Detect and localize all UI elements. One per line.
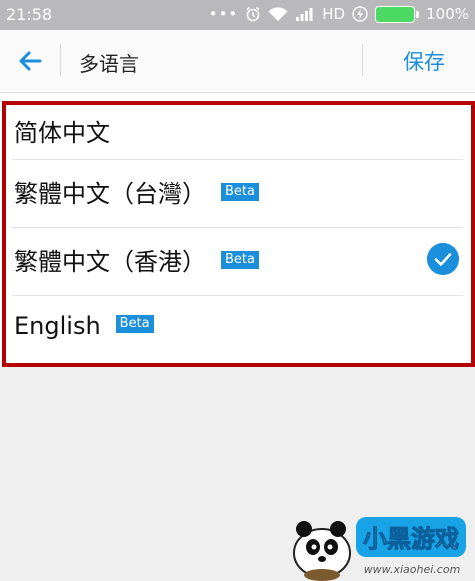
language-option-traditional-chinese-hongkong[interactable]: 繁體中文（香港） Beta (0, 228, 475, 294)
checkmark-icon (427, 243, 459, 275)
language-label: 繁體中文（香港） (14, 248, 206, 276)
svg-text:www.xiaohei.com: www.xiaohei.com (364, 563, 461, 576)
network-type: HD (322, 5, 346, 23)
battery-indicator (375, 5, 420, 23)
status-time: 21:58 (6, 5, 53, 24)
language-option-english[interactable]: English Beta (0, 296, 475, 362)
brand-logo-text: 小黑游戏 www.xiaohei.com (356, 517, 466, 576)
alarm-clock-icon (246, 6, 260, 22)
signal-bars-icon (296, 8, 313, 21)
language-option-traditional-chinese-taiwan[interactable]: 繁體中文（台灣） Beta (0, 160, 475, 226)
save-button[interactable]: 保存 (403, 46, 445, 76)
svg-text:小黑游戏: 小黑游戏 (363, 525, 459, 553)
language-label: 简体中文 (14, 119, 110, 147)
panda-mascot-icon (293, 521, 351, 581)
beta-badge: Beta (221, 183, 259, 201)
language-label: 繁體中文（台灣） (14, 180, 206, 208)
battery-percent: 100% (426, 5, 469, 23)
page-title: 多语言 (79, 52, 139, 76)
beta-badge: Beta (221, 251, 259, 269)
appbar-divider (362, 44, 363, 76)
arrow-left-icon[interactable] (14, 45, 46, 77)
wifi-icon (268, 6, 288, 21)
status-bar: 21:58 ••• HD 100% (0, 0, 475, 30)
watermark-logo: 小黑游戏 www.xiaohei.com (293, 517, 466, 581)
language-option-simplified-chinese[interactable]: 简体中文 (0, 101, 475, 161)
status-icons: ••• HD 100% (209, 5, 469, 23)
language-label: English (14, 312, 101, 340)
appbar-divider (60, 44, 61, 76)
notification-dots: ••• (208, 5, 239, 23)
app-bar: 多语言 保存 (0, 30, 475, 93)
language-list: 简体中文 繁體中文（台灣） Beta 繁體中文（香港） Beta English Be… (0, 93, 475, 367)
charging-bolt-icon (352, 6, 368, 22)
beta-badge: Beta (115, 315, 154, 333)
